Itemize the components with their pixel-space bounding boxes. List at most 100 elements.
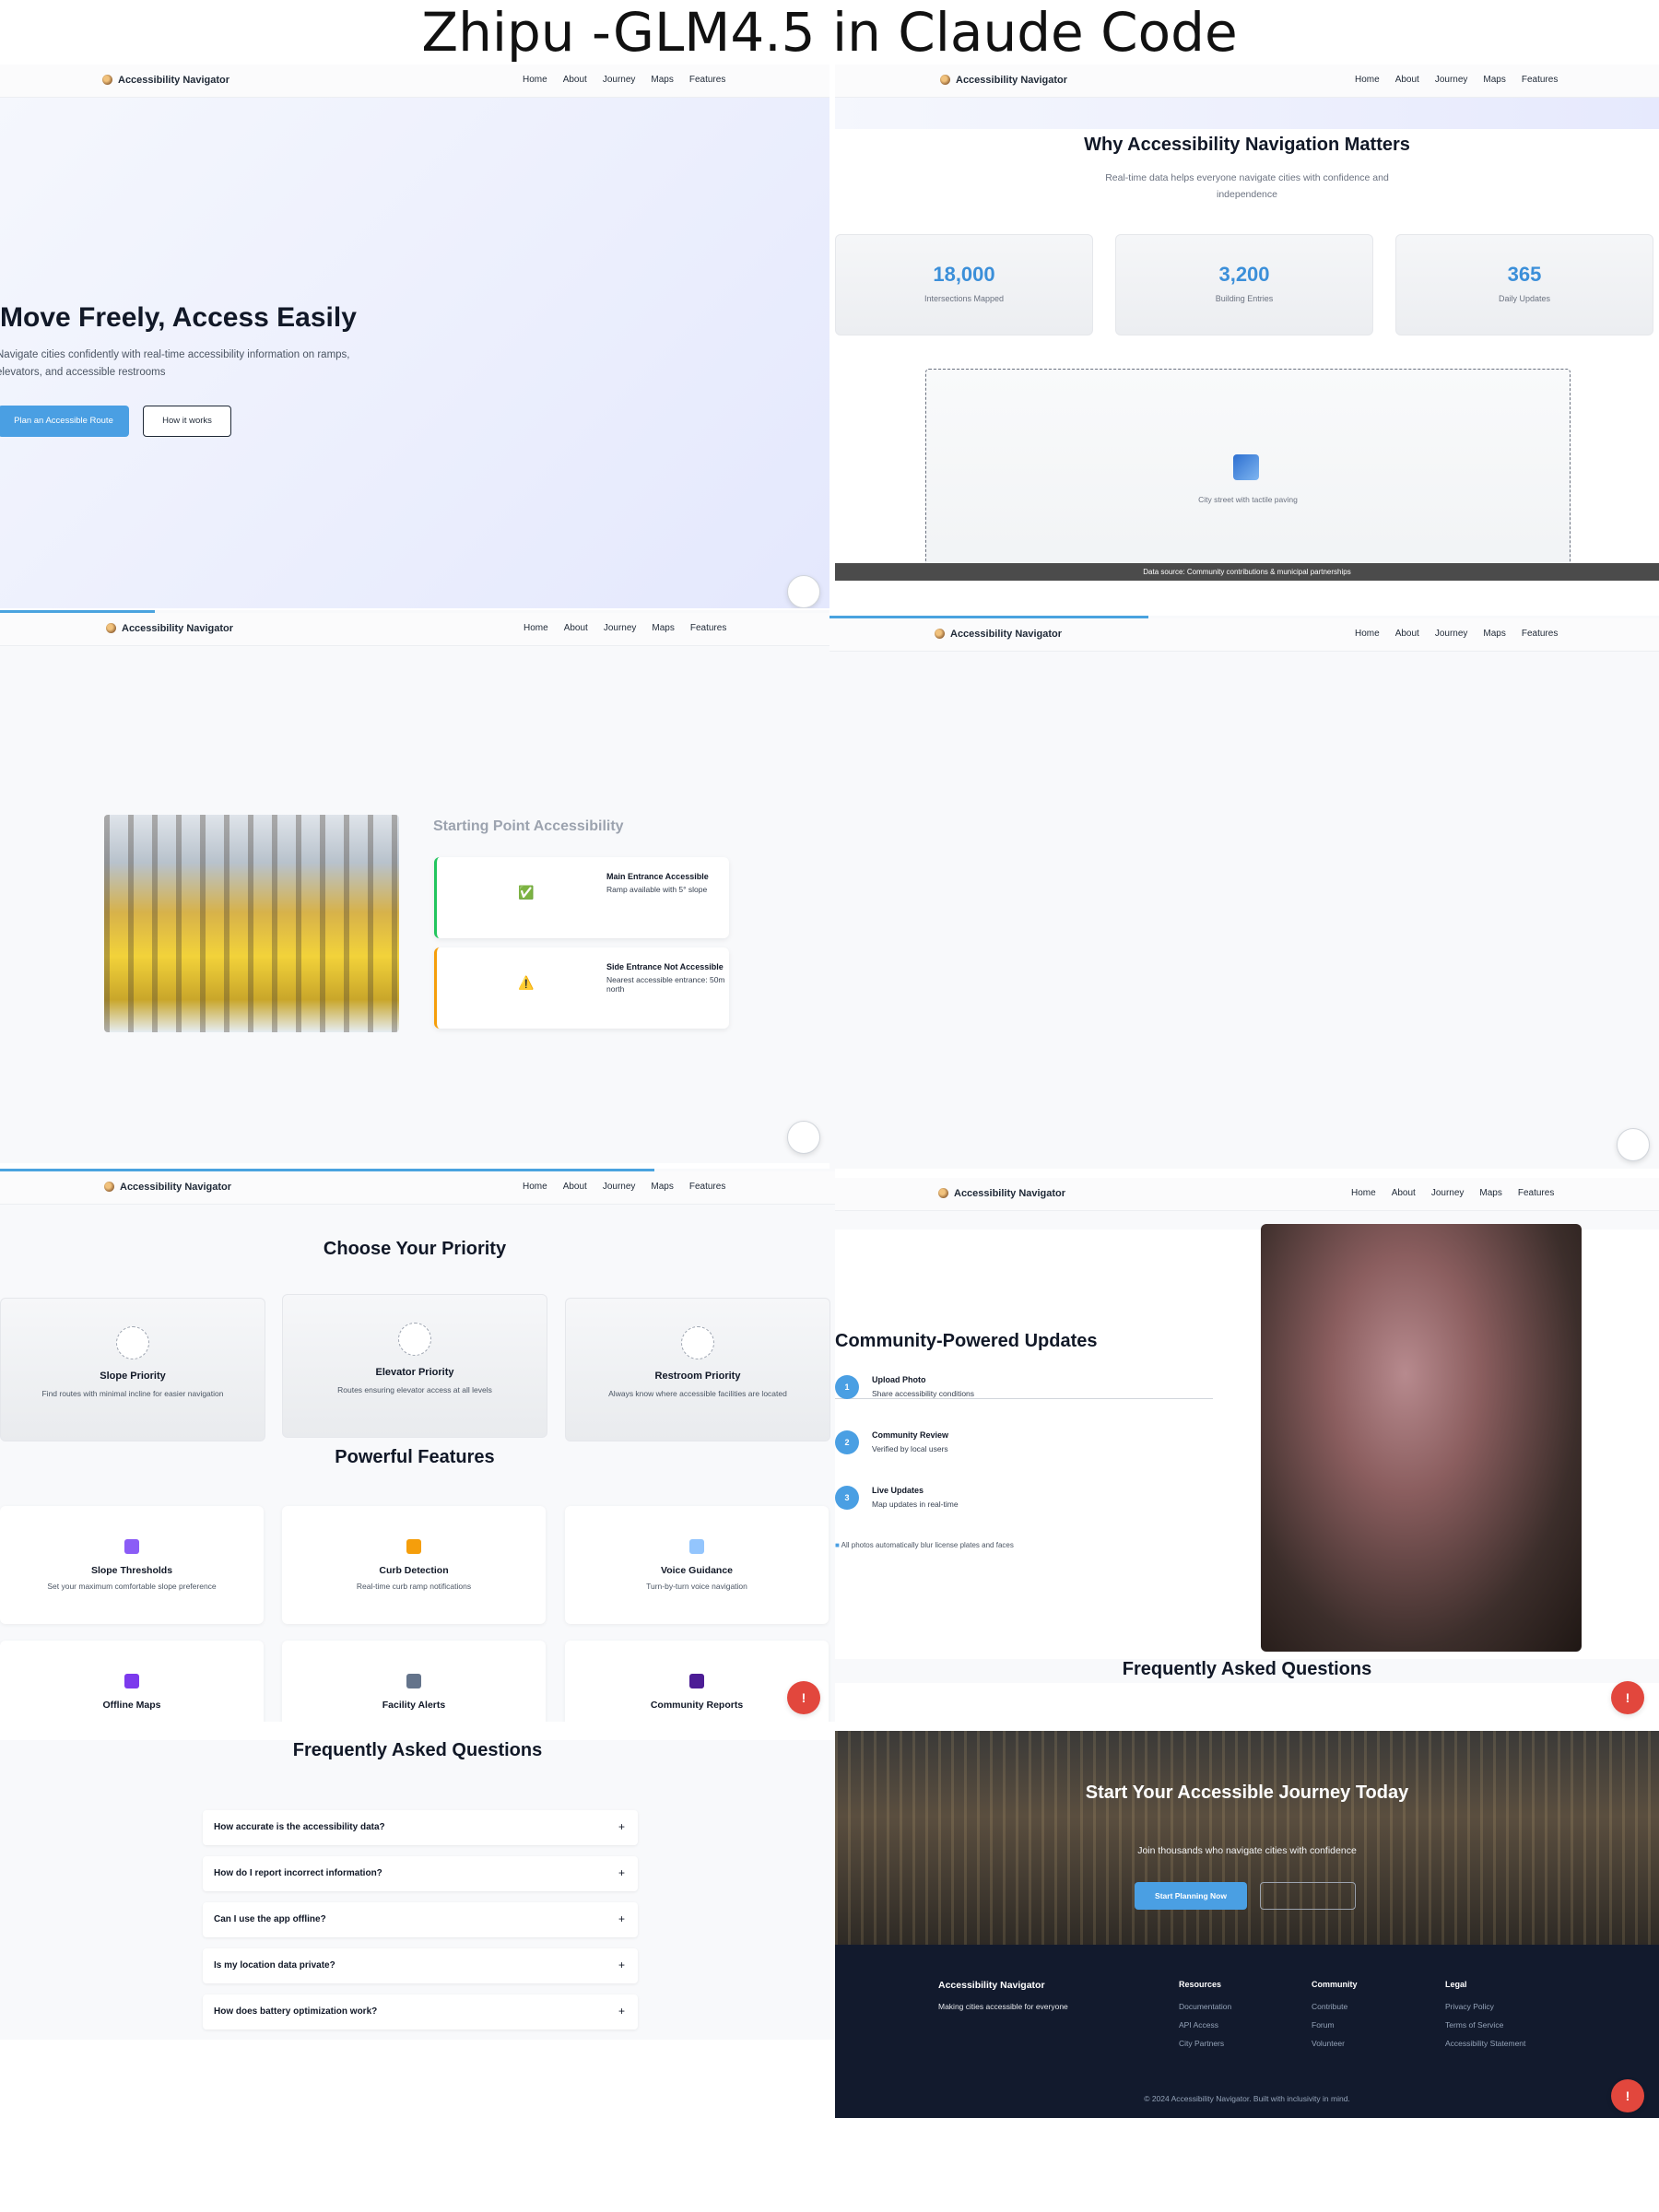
stat-card: 18,000 Intersections Mapped: [835, 234, 1093, 335]
brand-link[interactable]: Accessibility Navigator: [102, 75, 229, 86]
how-it-works-button[interactable]: How it works: [143, 406, 231, 437]
report-alert-button[interactable]: !: [1611, 2079, 1644, 2112]
nav-journey[interactable]: Journey: [1435, 629, 1468, 639]
faq-item[interactable]: How do I report incorrect information? +: [203, 1856, 638, 1891]
nav-maps[interactable]: Maps: [651, 75, 673, 85]
nav-about[interactable]: About: [563, 75, 587, 85]
footer-column-legal: Legal Privacy Policy Terms of Service Ac…: [1445, 1980, 1525, 2057]
nav-maps[interactable]: Maps: [1483, 75, 1505, 85]
scroll-button[interactable]: [1617, 1128, 1650, 1161]
nav-journey[interactable]: Journey: [603, 75, 636, 85]
feature-title: Facility Alerts: [382, 1700, 446, 1711]
screenshot-starting-point: Accessibility Navigator Home About Journey…: [0, 610, 830, 1163]
secondary-cta-button[interactable]: [1260, 1882, 1356, 1910]
footer-link[interactable]: API Access: [1179, 2020, 1231, 2030]
privacy-note-text: All photos automatically blur license pl…: [841, 1541, 1014, 1549]
logo-icon: [940, 75, 950, 85]
faq-item[interactable]: Can I use the app offline? +: [203, 1902, 638, 1937]
stat-card: 365 Daily Updates: [1395, 234, 1653, 335]
scroll-button[interactable]: [787, 1121, 820, 1154]
priority-card[interactable]: Elevator Priority Routes ensuring elevato…: [282, 1294, 547, 1438]
chart-icon: [124, 1539, 139, 1554]
nav-home[interactable]: Home: [523, 75, 547, 85]
nav-features[interactable]: Features: [689, 1182, 725, 1192]
screenshot-faq: Frequently Asked Questions How accurate …: [0, 1740, 835, 2040]
plan-route-button[interactable]: Plan an Accessible Route: [0, 406, 129, 437]
brand-link[interactable]: Accessibility Navigator: [104, 1182, 231, 1193]
step-number: 1: [835, 1375, 859, 1399]
stat-card: 3,200 Building Entries: [1115, 234, 1373, 335]
nav-journey[interactable]: Journey: [604, 623, 637, 633]
brand-name: Accessibility Navigator: [954, 1188, 1066, 1199]
priority-card[interactable]: Slope Priority Find routes with minimal i…: [0, 1298, 265, 1441]
nav-home[interactable]: Home: [1351, 1188, 1376, 1198]
privacy-note: ■ All photos automatically blur license …: [835, 1541, 1014, 1549]
info-icon: ■: [835, 1541, 841, 1549]
faq-question: How does battery optimization work?: [214, 2006, 378, 2017]
nav-home[interactable]: Home: [1355, 629, 1380, 639]
footer-link[interactable]: Forum: [1312, 2020, 1358, 2030]
footer-column-resources: Resources Documentation API Access City …: [1179, 1980, 1231, 2057]
nav-maps[interactable]: Maps: [1479, 1188, 1501, 1198]
elevator-icon: [398, 1323, 431, 1356]
footer-link[interactable]: Terms of Service: [1445, 2020, 1525, 2030]
nav-journey[interactable]: Journey: [1431, 1188, 1465, 1198]
priority-card-title: Slope Priority: [100, 1371, 166, 1382]
priority-card[interactable]: Restroom Priority Always know where acces…: [565, 1298, 830, 1441]
nav-about[interactable]: About: [564, 623, 588, 633]
navbar: Accessibility Navigator Home About Journey…: [0, 1171, 835, 1205]
stat-label: Building Entries: [1215, 294, 1274, 303]
faq-question: Can I use the app offline?: [214, 1914, 326, 1924]
stat-label: Intersections Mapped: [924, 294, 1005, 303]
nav-features[interactable]: Features: [1522, 75, 1558, 85]
footer-link[interactable]: City Partners: [1179, 2039, 1231, 2048]
nav-journey[interactable]: Journey: [1435, 75, 1468, 85]
brand-link[interactable]: Accessibility Navigator: [935, 629, 1062, 640]
logo-icon: [104, 1182, 114, 1192]
faq-item[interactable]: How does battery optimization work? +: [203, 1994, 638, 2030]
footer-link[interactable]: Documentation: [1179, 2002, 1231, 2011]
start-planning-button[interactable]: Start Planning Now: [1135, 1882, 1247, 1910]
entrance-card: ⚠️ Side Entrance Not Accessible Nearest …: [434, 947, 729, 1029]
building-icon: [406, 1674, 421, 1688]
nav-about[interactable]: About: [1392, 1188, 1416, 1198]
brand-link[interactable]: Accessibility Navigator: [106, 623, 233, 634]
nav-links: Home About Journey Maps Features: [507, 75, 725, 85]
footer-link[interactable]: Volunteer: [1312, 2039, 1358, 2048]
footer-link[interactable]: Contribute: [1312, 2002, 1358, 2011]
brand-link[interactable]: Accessibility Navigator: [938, 1188, 1065, 1199]
faq-question: How do I report incorrect information?: [214, 1868, 382, 1878]
nav-about[interactable]: About: [1395, 629, 1419, 639]
nav-maps[interactable]: Maps: [652, 623, 674, 633]
report-alert-button[interactable]: !: [787, 1681, 820, 1714]
nav-journey[interactable]: Journey: [603, 1182, 636, 1192]
priority-card-desc: Routes ensuring elevator access at all l…: [337, 1385, 492, 1394]
nav-home[interactable]: Home: [524, 623, 548, 633]
nav-maps[interactable]: Maps: [1483, 629, 1505, 639]
feature-card: Offline Maps: [0, 1641, 264, 1722]
priority-card-desc: Find routes with minimal incline for eas…: [41, 1389, 224, 1398]
footer-link[interactable]: Accessibility Statement: [1445, 2039, 1525, 2048]
nav-home[interactable]: Home: [1355, 75, 1380, 85]
nav-features[interactable]: Features: [689, 75, 725, 85]
speaker-icon: [689, 1539, 704, 1554]
brand-name: Accessibility Navigator: [956, 75, 1068, 86]
footer-link[interactable]: Privacy Policy: [1445, 2002, 1525, 2011]
scroll-button[interactable]: [787, 575, 820, 608]
nav-features[interactable]: Features: [1518, 1188, 1554, 1198]
nav-maps[interactable]: Maps: [651, 1182, 673, 1192]
nav-about[interactable]: About: [563, 1182, 587, 1192]
start-title: Starting Point Accessibility: [433, 818, 624, 834]
nav-features[interactable]: Features: [690, 623, 726, 633]
screenshot-hero: Accessibility Navigator Home About Journey…: [0, 65, 830, 608]
nav-features[interactable]: Features: [1522, 629, 1558, 639]
expand-icon: +: [618, 1959, 625, 1971]
faq-item[interactable]: Is my location data private? +: [203, 1948, 638, 1983]
faq-item[interactable]: How accurate is the accessibility data? +: [203, 1810, 638, 1845]
report-alert-button[interactable]: !: [1611, 1681, 1644, 1714]
stat-number: 18,000: [933, 263, 995, 286]
nav-about[interactable]: About: [1395, 75, 1419, 85]
nav-home[interactable]: Home: [523, 1182, 547, 1192]
navbar: Accessibility Navigator Home About Journey…: [0, 613, 830, 646]
brand-link[interactable]: Accessibility Navigator: [940, 75, 1067, 86]
